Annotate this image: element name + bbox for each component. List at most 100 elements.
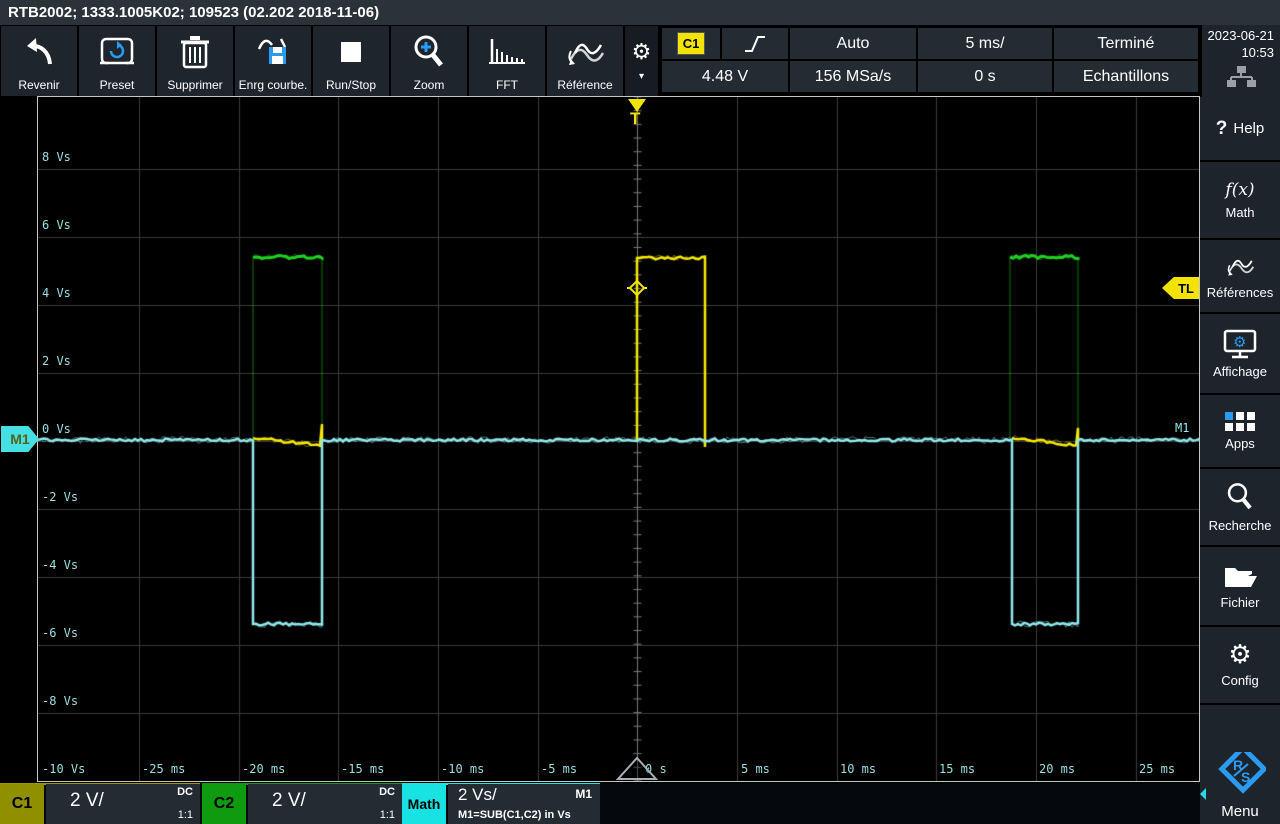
- c2-settings-cell[interactable]: 2 V/ DC 1:1: [248, 784, 402, 824]
- gear-icon: ⚙: [632, 40, 652, 65]
- axis-label: 20 ms: [1039, 762, 1075, 776]
- sidebar-item-references[interactable]: Références: [1200, 240, 1280, 312]
- references-label: Références: [1207, 285, 1273, 300]
- reference-button[interactable]: Référence: [547, 26, 623, 96]
- sidebar-item-menu[interactable]: R S Menu: [1200, 705, 1280, 824]
- sidebar-item-recherche[interactable]: Recherche: [1200, 469, 1280, 545]
- axis-label: -20 ms: [242, 762, 285, 776]
- waveform-save-icon: [235, 26, 311, 78]
- c1-probe: 1:1: [178, 809, 193, 821]
- trigger-mode-cell[interactable]: Auto: [790, 28, 916, 59]
- sidebar-item-affichage[interactable]: ⚙ Affichage: [1200, 314, 1280, 393]
- zero-time-marker[interactable]: [615, 755, 659, 782]
- trigger-source-cell[interactable]: C1: [662, 28, 720, 59]
- trigger-point-diamond[interactable]: [627, 278, 647, 298]
- math-m1-label: M1: [575, 787, 592, 801]
- title-bar: RTB2002; 1333.1005K02; 109523 (02.202 20…: [0, 0, 1280, 25]
- acquisition-state-value: Terminé: [1098, 35, 1155, 53]
- svg-text:⚙: ⚙: [1233, 333, 1246, 351]
- device-id-text: RTB2002; 1333.1005K02; 109523 (02.202 20…: [8, 4, 379, 21]
- sample-rate-cell[interactable]: 156 MSa/s: [790, 61, 916, 92]
- oscilloscope-screen: RTB2002; 1333.1005K02; 109523 (02.202 20…: [0, 0, 1280, 824]
- axis-label: -4 Vs: [42, 558, 78, 572]
- timebase-cell[interactable]: 5 ms/: [918, 28, 1052, 59]
- axis-label: -5 ms: [541, 762, 577, 776]
- network-icon: [1226, 65, 1256, 89]
- rising-edge-icon: [742, 33, 768, 55]
- c1-channel-badge[interactable]: C1: [0, 784, 44, 824]
- time-text: 10:53: [1202, 45, 1274, 62]
- trigger-t-symbol[interactable]: T: [630, 109, 640, 129]
- recherche-label: Recherche: [1209, 518, 1272, 533]
- c2-channel-badge[interactable]: C2: [202, 784, 246, 824]
- axis-label: -10 ms: [441, 762, 484, 776]
- run-stop-button[interactable]: Run/Stop: [313, 26, 389, 96]
- enrg-courbe-label: Enrg courbe.: [239, 78, 308, 96]
- svg-text:S: S: [1241, 769, 1250, 785]
- bottom-scroll-arrow-icon[interactable]: [1200, 788, 1206, 800]
- axis-label: -2 Vs: [42, 490, 78, 504]
- graph-area[interactable]: [37, 96, 1200, 782]
- sidebar-item-math[interactable]: f(x) Math: [1200, 162, 1280, 238]
- sidebar-item-help[interactable]: ? Help: [1200, 97, 1280, 160]
- chevron-down-icon: ▾: [639, 71, 644, 82]
- c1-scale: 2 V/: [70, 790, 104, 812]
- axis-label: 15 ms: [939, 762, 975, 776]
- toolbar-settings-button[interactable]: ⚙ ▾: [625, 26, 658, 96]
- menu-label: Menu: [1221, 803, 1259, 820]
- toolbar: Revenir Preset Supprimer Enrg courbe. Ru…: [0, 25, 660, 97]
- axis-label: -15 ms: [341, 762, 384, 776]
- sidebar: ? Help f(x) Math Références ⚙ Affichage …: [1200, 97, 1280, 824]
- fichier-label: Fichier: [1220, 595, 1259, 610]
- sample-rate-value: 156 MSa/s: [815, 68, 891, 86]
- supprimer-button[interactable]: Supprimer: [157, 26, 233, 96]
- date-text: 2023-06-21: [1202, 28, 1274, 45]
- reference-waves-icon: [547, 26, 623, 78]
- math-formula: M1=SUB(C1,C2) in Vs: [458, 809, 571, 821]
- sidebar-item-config[interactable]: ⚙ Config: [1200, 627, 1280, 703]
- math-scale: 2 Vs/: [458, 785, 497, 805]
- preset-button[interactable]: Preset: [79, 26, 155, 96]
- apps-label: Apps: [1225, 436, 1255, 451]
- axis-label: 2 Vs: [42, 354, 71, 368]
- horizontal-position-value: 0 s: [974, 68, 995, 86]
- datetime-block[interactable]: 2023-06-21 10:53: [1202, 25, 1280, 97]
- trigger-slope-cell[interactable]: [722, 28, 788, 59]
- axis-label: -6 Vs: [42, 626, 78, 640]
- gear-icon: ⚙: [1228, 642, 1251, 668]
- enrg-courbe-button[interactable]: Enrg courbe.: [235, 26, 311, 96]
- axis-label: -10 Vs: [42, 762, 85, 776]
- config-label: Config: [1221, 673, 1259, 688]
- m1-reference-badge[interactable]: M1: [1, 426, 39, 452]
- math-badge[interactable]: Math: [402, 784, 446, 824]
- waveform-canvas[interactable]: [38, 97, 1199, 781]
- question-mark-icon: ?: [1216, 118, 1228, 140]
- affichage-label: Affichage: [1213, 364, 1267, 379]
- horizontal-position-cell[interactable]: 0 s: [918, 61, 1052, 92]
- trigger-level-cell[interactable]: 4.48 V: [662, 61, 788, 92]
- preset-loop-icon: [79, 26, 155, 78]
- axis-label: -25 ms: [142, 762, 185, 776]
- acquisition-state-cell[interactable]: Terminé: [1054, 28, 1198, 59]
- sidebar-item-apps[interactable]: Apps: [1200, 395, 1280, 467]
- axis-label: 6 Vs: [42, 218, 71, 232]
- axis-label: 5 ms: [741, 762, 770, 776]
- sidebar-item-fichier[interactable]: Fichier: [1200, 547, 1280, 625]
- apps-grid-icon: [1225, 412, 1255, 431]
- c2-block: C2 2 V/ DC 1:1: [202, 784, 402, 824]
- revenir-button[interactable]: Revenir: [1, 26, 77, 96]
- acquisition-mode-value: Echantillons: [1083, 68, 1169, 86]
- spectrum-bars-icon: [469, 26, 545, 78]
- zoom-button[interactable]: Zoom: [391, 26, 467, 96]
- run-stop-label: Run/Stop: [326, 78, 376, 96]
- trash-icon: [157, 26, 233, 78]
- stop-square-icon: [313, 26, 389, 78]
- fft-button[interactable]: FFT: [469, 26, 545, 96]
- c1-coupling: DC: [177, 786, 193, 798]
- acquisition-mode-cell[interactable]: Echantillons: [1054, 61, 1198, 92]
- supprimer-label: Supprimer: [167, 78, 222, 96]
- trigger-level-value: 4.48 V: [702, 68, 748, 86]
- c1-settings-cell[interactable]: 2 V/ DC 1:1: [46, 784, 200, 824]
- axis-label: -8 Vs: [42, 694, 78, 708]
- math-settings-cell[interactable]: 2 Vs/ M1 M1=SUB(C1,C2) in Vs: [448, 784, 600, 824]
